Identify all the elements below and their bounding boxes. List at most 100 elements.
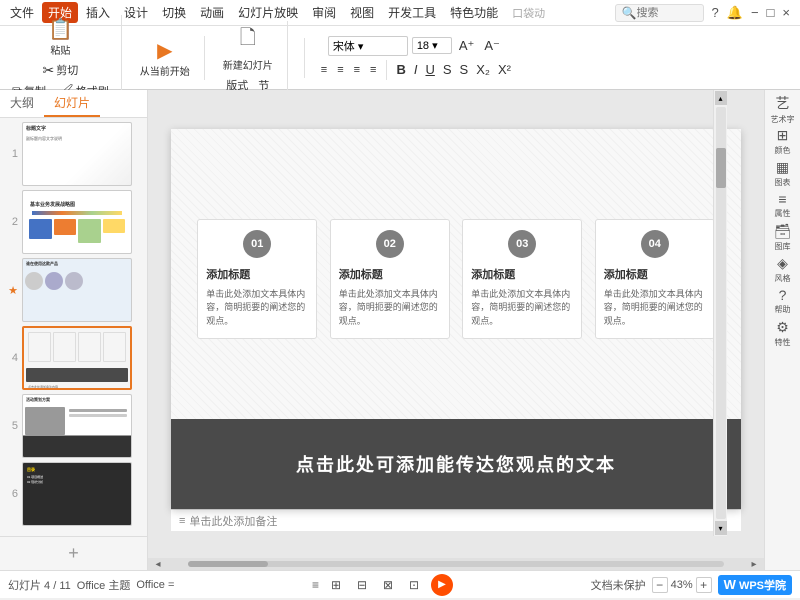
slide-card-2-text[interactable]: 单击此处添加文本具体内容，简明扼要的阐述您的观点。: [339, 288, 441, 329]
slide-card-4-title[interactable]: 添加标题: [604, 266, 648, 282]
slide-card-2[interactable]: 02 添加标题 单击此处添加文本具体内容，简明扼要的阐述您的观点。: [330, 219, 450, 340]
properties-button[interactable]: ≡ 属性: [768, 190, 798, 220]
slide-card-2-title[interactable]: 添加标题: [339, 266, 383, 282]
add-slide-button[interactable]: +: [0, 536, 147, 570]
align-right-button[interactable]: ≡: [350, 63, 364, 77]
zoom-out-button[interactable]: −: [652, 577, 668, 593]
slide-6-title: 目录: [27, 467, 127, 473]
justify-button[interactable]: ≡: [366, 63, 380, 77]
slide-card-3-num: 03: [508, 230, 536, 258]
search-box[interactable]: 🔍: [615, 4, 704, 22]
tab-outline[interactable]: 大纲: [0, 90, 44, 117]
style-button[interactable]: ◈ 风格: [768, 254, 798, 284]
normal-view-button[interactable]: ⊞: [327, 576, 345, 594]
bell-icon[interactable]: 🔔: [725, 5, 745, 21]
slide-canvas[interactable]: 01 添加标题 单击此处添加文本具体内容，简明扼要的阐述您的观点。 02 添加标…: [171, 129, 741, 509]
underline-button[interactable]: U: [422, 61, 437, 78]
slide-num-1: 1: [4, 148, 18, 160]
help-icon[interactable]: ?: [710, 5, 721, 20]
superscript-button[interactable]: X²: [495, 61, 514, 78]
font-decrease-button[interactable]: A⁻: [481, 37, 503, 55]
menu-item-slideshow[interactable]: 幻灯片放映: [232, 2, 304, 23]
horizontal-scrollbar[interactable]: ◂ ▸: [148, 558, 764, 570]
font-separator: [386, 60, 387, 80]
slide-card-4-text[interactable]: 单击此处添加文本具体内容，简明扼要的阐述您的观点。: [604, 288, 706, 329]
menu-item-animation[interactable]: 动画: [194, 2, 230, 23]
scroll-left-arrow[interactable]: ◂: [148, 558, 168, 570]
help-button[interactable]: ? 帮助: [768, 286, 798, 316]
chart-button[interactable]: ▦ 图表: [768, 158, 798, 188]
subscript-button[interactable]: X₂: [473, 61, 493, 78]
menu-item-switch[interactable]: 切换: [156, 2, 192, 23]
paste-button[interactable]: 📋 粘贴: [40, 15, 80, 59]
bold-button[interactable]: B: [393, 61, 408, 78]
wps-academy-button[interactable]: W WPS学院: [718, 575, 792, 595]
menu-item-special[interactable]: 特色功能: [444, 2, 504, 23]
slide-card-3-text[interactable]: 单击此处添加文本具体内容，简明扼要的阐述您的观点。: [471, 288, 573, 329]
shadow-button[interactable]: S: [457, 61, 472, 78]
scroll-right-arrow[interactable]: ▸: [744, 558, 764, 570]
menu-item-view[interactable]: 视图: [344, 2, 380, 23]
align-left-button[interactable]: ≡: [317, 63, 331, 77]
slide-card-1-num: 01: [243, 230, 271, 258]
close-button[interactable]: ×: [780, 5, 792, 20]
slide-item-6[interactable]: 6 目录 01 项目概述 02 现状分析: [4, 462, 143, 526]
features-button[interactable]: ⚙ 特性: [768, 318, 798, 348]
align-center-button[interactable]: ≡: [333, 63, 347, 77]
tab-slides[interactable]: 幻灯片: [44, 90, 100, 117]
slide-card-4[interactable]: 04 添加标题 单击此处添加文本具体内容，简明扼要的阐述您的观点。: [595, 219, 715, 340]
color-button[interactable]: ⊞ 颜色: [768, 126, 798, 156]
slide-item-5[interactable]: 5 活动策划方案: [4, 394, 143, 458]
scroll-down-arrow[interactable]: ▾: [715, 521, 727, 535]
note-icon-status: ≡: [312, 578, 319, 592]
gallery-button[interactable]: 🗃 图库: [768, 222, 798, 252]
play-slideshow-button[interactable]: ▶: [431, 574, 453, 596]
font-increase-button[interactable]: A⁺: [456, 37, 478, 55]
menu-item-dev[interactable]: 开发工具: [382, 2, 442, 23]
slide-card-1[interactable]: 01 添加标题 单击此处添加文本具体内容，简明扼要的阐述您的观点。: [197, 219, 317, 340]
scroll-thumb[interactable]: [188, 561, 268, 567]
vertical-scrollbar[interactable]: ▴ ▾: [713, 90, 727, 536]
notes-area[interactable]: ≡ 单击此处添加备注: [171, 509, 741, 531]
slide-item-4[interactable]: 4 点击此处添加备注内容: [4, 326, 143, 390]
maximize-button[interactable]: □: [765, 5, 777, 20]
strikethrough-button[interactable]: S: [440, 61, 455, 78]
new-slide-button[interactable]: 🗋 新建幻灯片: [217, 21, 279, 74]
minimize-button[interactable]: −: [749, 5, 761, 20]
art-text-button[interactable]: 艺 艺术字: [768, 94, 798, 124]
slide-card-1-text[interactable]: 单击此处添加文本具体内容，简明扼要的阐述您的观点。: [206, 288, 308, 329]
italic-button[interactable]: I: [411, 61, 421, 78]
slide-4-card-2: [53, 332, 76, 362]
slide-bottom-area[interactable]: 点击此处可添加能传达您观点的文本: [171, 419, 741, 509]
vertical-scroll-thumb[interactable]: [716, 148, 726, 188]
slide-card-3-title[interactable]: 添加标题: [471, 266, 515, 282]
reading-view-button[interactable]: ⊠: [379, 576, 397, 594]
font-family-dropdown[interactable]: 宋体 ▾: [328, 36, 408, 56]
slide-card-1-title[interactable]: 添加标题: [206, 266, 250, 282]
slide-sorter-button[interactable]: ⊟: [353, 576, 371, 594]
gallery-icon: 🗃: [774, 223, 792, 240]
slide-4-cards: [24, 328, 130, 366]
menu-item-review[interactable]: 审阅: [306, 2, 342, 23]
ribbon-group-new-slide: 🗋 新建幻灯片 版式 节: [217, 21, 288, 94]
slide-card-3[interactable]: 03 添加标题 单击此处添加文本具体内容，简明扼要的阐述您的观点。: [462, 219, 582, 340]
slide-num-star: ★: [4, 284, 18, 297]
menu-item-design[interactable]: 设计: [118, 2, 154, 23]
font-size-dropdown[interactable]: 18 ▾: [412, 37, 452, 54]
slide-4-card-3: [78, 332, 101, 362]
slide-item-star[interactable]: ★ 谁在使用这款产品: [4, 258, 143, 322]
search-input[interactable]: [637, 7, 697, 19]
slide-item-2[interactable]: 2 基本业务发展战略图: [4, 190, 143, 254]
zoom-in-button[interactable]: +: [696, 577, 712, 593]
scroll-track[interactable]: [188, 561, 724, 567]
cut-button[interactable]: ✂ 剪切: [39, 61, 83, 80]
slide-item-1[interactable]: 1 标题文字 副标题内容文字说明: [4, 122, 143, 186]
menu-item-pocket[interactable]: 口袋动: [506, 3, 551, 23]
grid-view-button[interactable]: ⊡: [405, 576, 423, 594]
scroll-up-arrow[interactable]: ▴: [715, 91, 727, 105]
slide-thumb-6: 目录 01 项目概述 02 现状分析: [22, 462, 132, 526]
start-from-button[interactable]: ▶ 从当前开始: [134, 36, 196, 80]
zoom-control: − 43% +: [652, 577, 712, 593]
slide-4-card-4: [103, 332, 126, 362]
slide-5-title: 活动策划方案: [23, 395, 131, 405]
